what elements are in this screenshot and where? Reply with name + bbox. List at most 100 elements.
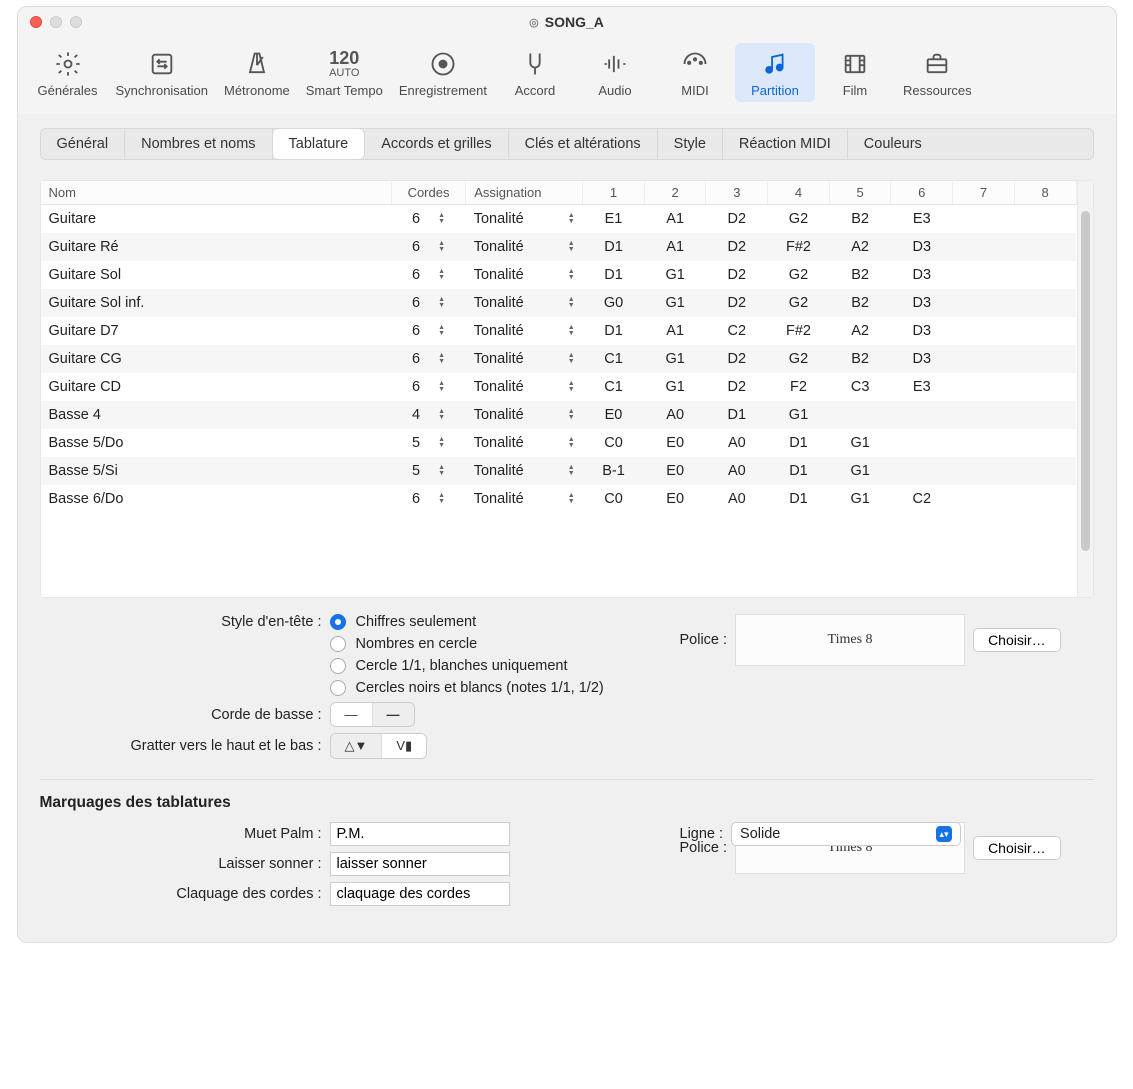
- cell-value[interactable]: D3: [891, 317, 953, 345]
- cell-value[interactable]: E0: [644, 457, 706, 485]
- table-row[interactable]: Basse 5/Si5▲▼Tonalité▲▼B-1E0A0D1G1: [41, 457, 1077, 485]
- cell-value[interactable]: A0: [706, 457, 768, 485]
- choose-font-button-2[interactable]: Choisir…: [973, 836, 1061, 860]
- cell-value[interactable]: A1: [644, 233, 706, 261]
- cell-value[interactable]: G1: [768, 401, 830, 429]
- stepper-icon[interactable]: ▲▼: [568, 465, 575, 477]
- cell-value[interactable]: [1014, 373, 1076, 401]
- col-header[interactable]: 2: [644, 181, 706, 205]
- tab-couleurs[interactable]: Couleurs: [848, 129, 938, 159]
- toolbar-general[interactable]: Générales: [28, 43, 108, 102]
- stepper-icon[interactable]: ▲▼: [438, 409, 445, 421]
- toolbar-sync[interactable]: Synchronisation: [108, 43, 217, 102]
- cell-value[interactable]: D3: [891, 233, 953, 261]
- table-row[interactable]: Guitare D76▲▼Tonalité▲▼D1A1C2F#2A2D3: [41, 317, 1077, 345]
- tab-tablature[interactable]: Tablature: [273, 129, 366, 159]
- cell-value[interactable]: F#2: [768, 233, 830, 261]
- cell-value[interactable]: A0: [706, 485, 768, 513]
- stepper-icon[interactable]: ▲▼: [438, 269, 445, 281]
- cell-assign[interactable]: Tonalité▲▼: [466, 429, 583, 457]
- cell-value[interactable]: C2: [891, 485, 953, 513]
- strum-opt-1[interactable]: V▮: [382, 734, 426, 758]
- stepper-icon[interactable]: ▲▼: [568, 241, 575, 253]
- cell-value[interactable]: A0: [644, 401, 706, 429]
- table-row[interactable]: Guitare CG6▲▼Tonalité▲▼C1G1D2G2B2D3: [41, 345, 1077, 373]
- close-button[interactable]: [30, 16, 42, 28]
- minimize-button[interactable]: [50, 16, 62, 28]
- cell-value[interactable]: E0: [644, 429, 706, 457]
- cell-value[interactable]: G1: [644, 345, 706, 373]
- cell-cordes[interactable]: 5▲▼: [391, 457, 465, 485]
- scrollbar[interactable]: [1077, 181, 1093, 597]
- cell-value[interactable]: [953, 373, 1015, 401]
- table-row[interactable]: Basse 5/Do5▲▼Tonalité▲▼C0E0A0D1G1: [41, 429, 1077, 457]
- cell-value[interactable]: G1: [829, 429, 891, 457]
- bass-thick-button[interactable]: —: [373, 703, 414, 726]
- cell-value[interactable]: E0: [644, 485, 706, 513]
- toolbar-audio[interactable]: Audio: [575, 43, 655, 102]
- cell-cordes[interactable]: 6▲▼: [391, 289, 465, 317]
- cell-value[interactable]: D1: [583, 317, 645, 345]
- toolbar-tuning[interactable]: Accord: [495, 43, 575, 102]
- cell-cordes[interactable]: 6▲▼: [391, 373, 465, 401]
- stepper-icon[interactable]: ▲▼: [568, 297, 575, 309]
- line-select[interactable]: Solide ▴▾: [731, 822, 961, 846]
- cell-value[interactable]: D1: [768, 457, 830, 485]
- cell-value[interactable]: [1014, 485, 1076, 513]
- cell-value[interactable]: E3: [891, 373, 953, 401]
- tab-style[interactable]: Style: [658, 129, 723, 159]
- toolbar-record[interactable]: Enregistrement: [391, 43, 495, 102]
- cell-value[interactable]: [953, 457, 1015, 485]
- cell-value[interactable]: D2: [706, 233, 768, 261]
- cell-value[interactable]: D2: [706, 373, 768, 401]
- cell-value[interactable]: [1014, 261, 1076, 289]
- cell-value[interactable]: [1014, 345, 1076, 373]
- table-row[interactable]: Basse 6/Do6▲▼Tonalité▲▼C0E0A0D1G1C2: [41, 485, 1077, 513]
- cell-value[interactable]: [891, 429, 953, 457]
- stepper-icon[interactable]: ▲▼: [438, 353, 445, 365]
- radio-head-style-1[interactable]: [330, 636, 346, 652]
- stepper-icon[interactable]: ▲▼: [438, 325, 445, 337]
- col-header[interactable]: Nom: [41, 181, 392, 205]
- cell-value[interactable]: D3: [891, 345, 953, 373]
- cell-value[interactable]: B2: [829, 345, 891, 373]
- cell-value[interactable]: [953, 429, 1015, 457]
- scrollbar-thumb[interactable]: [1081, 211, 1090, 551]
- tab-général[interactable]: Général: [41, 129, 126, 159]
- choose-font-button[interactable]: Choisir…: [973, 628, 1061, 652]
- cell-value[interactable]: A1: [644, 317, 706, 345]
- cell-value[interactable]: [953, 205, 1015, 234]
- toolbar-midi[interactable]: MIDI: [655, 43, 735, 102]
- radio-head-style-3[interactable]: [330, 680, 346, 696]
- toolbar-film[interactable]: Film: [815, 43, 895, 102]
- cell-assign[interactable]: Tonalité▲▼: [466, 457, 583, 485]
- stepper-icon[interactable]: ▲▼: [438, 493, 445, 505]
- cell-cordes[interactable]: 4▲▼: [391, 401, 465, 429]
- col-header[interactable]: Assignation: [466, 181, 583, 205]
- col-header[interactable]: 6: [891, 181, 953, 205]
- cell-value[interactable]: [953, 485, 1015, 513]
- toolbar-resources[interactable]: Ressources: [895, 43, 980, 102]
- cell-value[interactable]: D1: [768, 429, 830, 457]
- col-header[interactable]: 5: [829, 181, 891, 205]
- string-slap-input[interactable]: [330, 882, 510, 906]
- cell-value[interactable]: E0: [583, 401, 645, 429]
- cell-value[interactable]: B2: [829, 261, 891, 289]
- stepper-icon[interactable]: ▲▼: [568, 213, 575, 225]
- table-row[interactable]: Guitare6▲▼Tonalité▲▼E1A1D2G2B2E3: [41, 205, 1077, 234]
- cell-value[interactable]: G2: [768, 289, 830, 317]
- bass-thin-button[interactable]: —: [331, 703, 373, 726]
- stepper-icon[interactable]: ▲▼: [568, 437, 575, 449]
- cell-assign[interactable]: Tonalité▲▼: [466, 261, 583, 289]
- cell-value[interactable]: D2: [706, 289, 768, 317]
- cell-value[interactable]: [891, 457, 953, 485]
- cell-value[interactable]: G2: [768, 205, 830, 234]
- cell-value[interactable]: F2: [768, 373, 830, 401]
- cell-value[interactable]: D2: [706, 345, 768, 373]
- cell-value[interactable]: D3: [891, 289, 953, 317]
- cell-assign[interactable]: Tonalité▲▼: [466, 317, 583, 345]
- radio-head-style-2[interactable]: [330, 658, 346, 674]
- cell-cordes[interactable]: 6▲▼: [391, 317, 465, 345]
- tab-réaction-midi[interactable]: Réaction MIDI: [723, 129, 848, 159]
- cell-cordes[interactable]: 6▲▼: [391, 205, 465, 234]
